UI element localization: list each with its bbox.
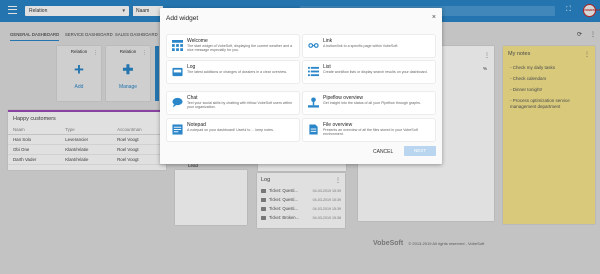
widget-option-desc: A notepad on your dashboard! Useful to .… [187, 128, 274, 132]
widget-option-list[interactable]: List Create workflow lists or display se… [303, 61, 435, 83]
widget-option-link[interactable]: Link A button/link to a specific page wi… [303, 35, 435, 57]
notepad-icon [172, 124, 183, 135]
widget-option-desc: The latest additions or changes of dossi… [187, 70, 287, 74]
dialog-title: Add widget [166, 15, 199, 22]
widget-option-desc: Create workflow lists or display search … [323, 70, 428, 74]
widget-option-log[interactable]: Log The latest additions or changes of d… [167, 61, 299, 83]
close-icon[interactable]: × [432, 14, 436, 21]
add-widget-dialog: Add widget × Welcome The start widget of… [160, 8, 442, 164]
grid-icon [172, 40, 183, 51]
link-icon [308, 43, 319, 48]
widget-option-file-overview[interactable]: File overview Presents an overview of al… [303, 119, 435, 141]
file-icon [309, 124, 318, 135]
cancel-button[interactable]: CANCEL [373, 149, 393, 155]
list-icon [308, 66, 319, 77]
widget-option-welcome[interactable]: Welcome The start widget of VobeSoft, di… [167, 35, 299, 57]
widget-option-desc: Presents an overview of all the files st… [323, 128, 418, 137]
inbox-icon [172, 67, 183, 77]
pipeflow-icon [308, 97, 319, 108]
next-button[interactable]: NEXT [404, 146, 436, 156]
widget-option-desc: The start widget of VobeSoft, displaying… [187, 44, 293, 53]
widget-option-desc: Get insight into the status of all your … [323, 101, 421, 105]
widget-option-chat[interactable]: Chat Text your social skills by chatting… [167, 92, 299, 114]
widget-option-desc: A button/link to a specific page within … [323, 44, 399, 48]
widget-option-pipeflow[interactable]: Pipeflow overview Get insight into the s… [303, 92, 435, 114]
widget-option-desc: Text your social skills by chatting with… [187, 101, 293, 110]
chat-icon [172, 97, 183, 108]
widget-option-notepad[interactable]: Notepad A notepad on your dashboard! Use… [167, 119, 299, 141]
